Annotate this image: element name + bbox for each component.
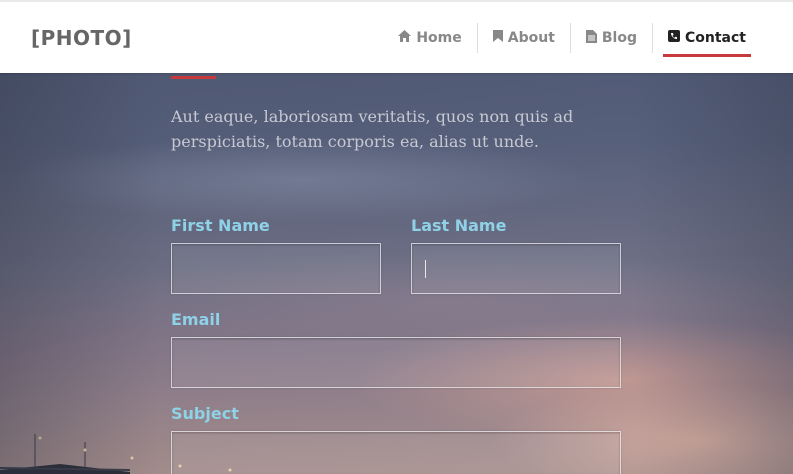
main-nav: Home About Blog Contact (383, 23, 751, 57)
first-name-label: First Name (171, 216, 270, 235)
bookmark-icon (492, 30, 503, 46)
document-icon (585, 29, 597, 47)
subject-field[interactable] (171, 431, 621, 474)
phone-icon (668, 30, 680, 46)
intro-text: Aut eaque, laboriosam veritatis, quos no… (171, 107, 574, 151)
first-name-field[interactable] (171, 243, 381, 294)
subject-label: Subject (171, 404, 239, 423)
email-input[interactable] (172, 338, 620, 387)
last-name-input[interactable] (412, 244, 620, 293)
subject-input[interactable] (172, 432, 620, 474)
last-name-field[interactable] (411, 243, 621, 294)
nav-blog-label: Blog (601, 30, 637, 46)
site-logo[interactable]: [PHOTO] (31, 26, 132, 50)
section-accent-bar (171, 76, 216, 79)
nav-about[interactable]: About (476, 23, 570, 53)
last-name-label: Last Name (411, 216, 507, 235)
email-label: Email (171, 310, 221, 329)
nav-home[interactable]: Home (383, 23, 476, 53)
nav-blog[interactable]: Blog (569, 23, 652, 53)
nav-about-label: About (507, 30, 555, 46)
nav-contact-label: Contact (685, 30, 746, 46)
nav-home-label: Home (416, 30, 462, 46)
email-field[interactable] (171, 337, 621, 388)
top-navbar: [PHOTO] Home About Blog Contact (0, 0, 793, 73)
text-caret (425, 260, 426, 278)
nav-contact[interactable]: Contact (652, 23, 751, 57)
first-name-input[interactable] (172, 244, 380, 293)
home-icon (398, 30, 412, 46)
